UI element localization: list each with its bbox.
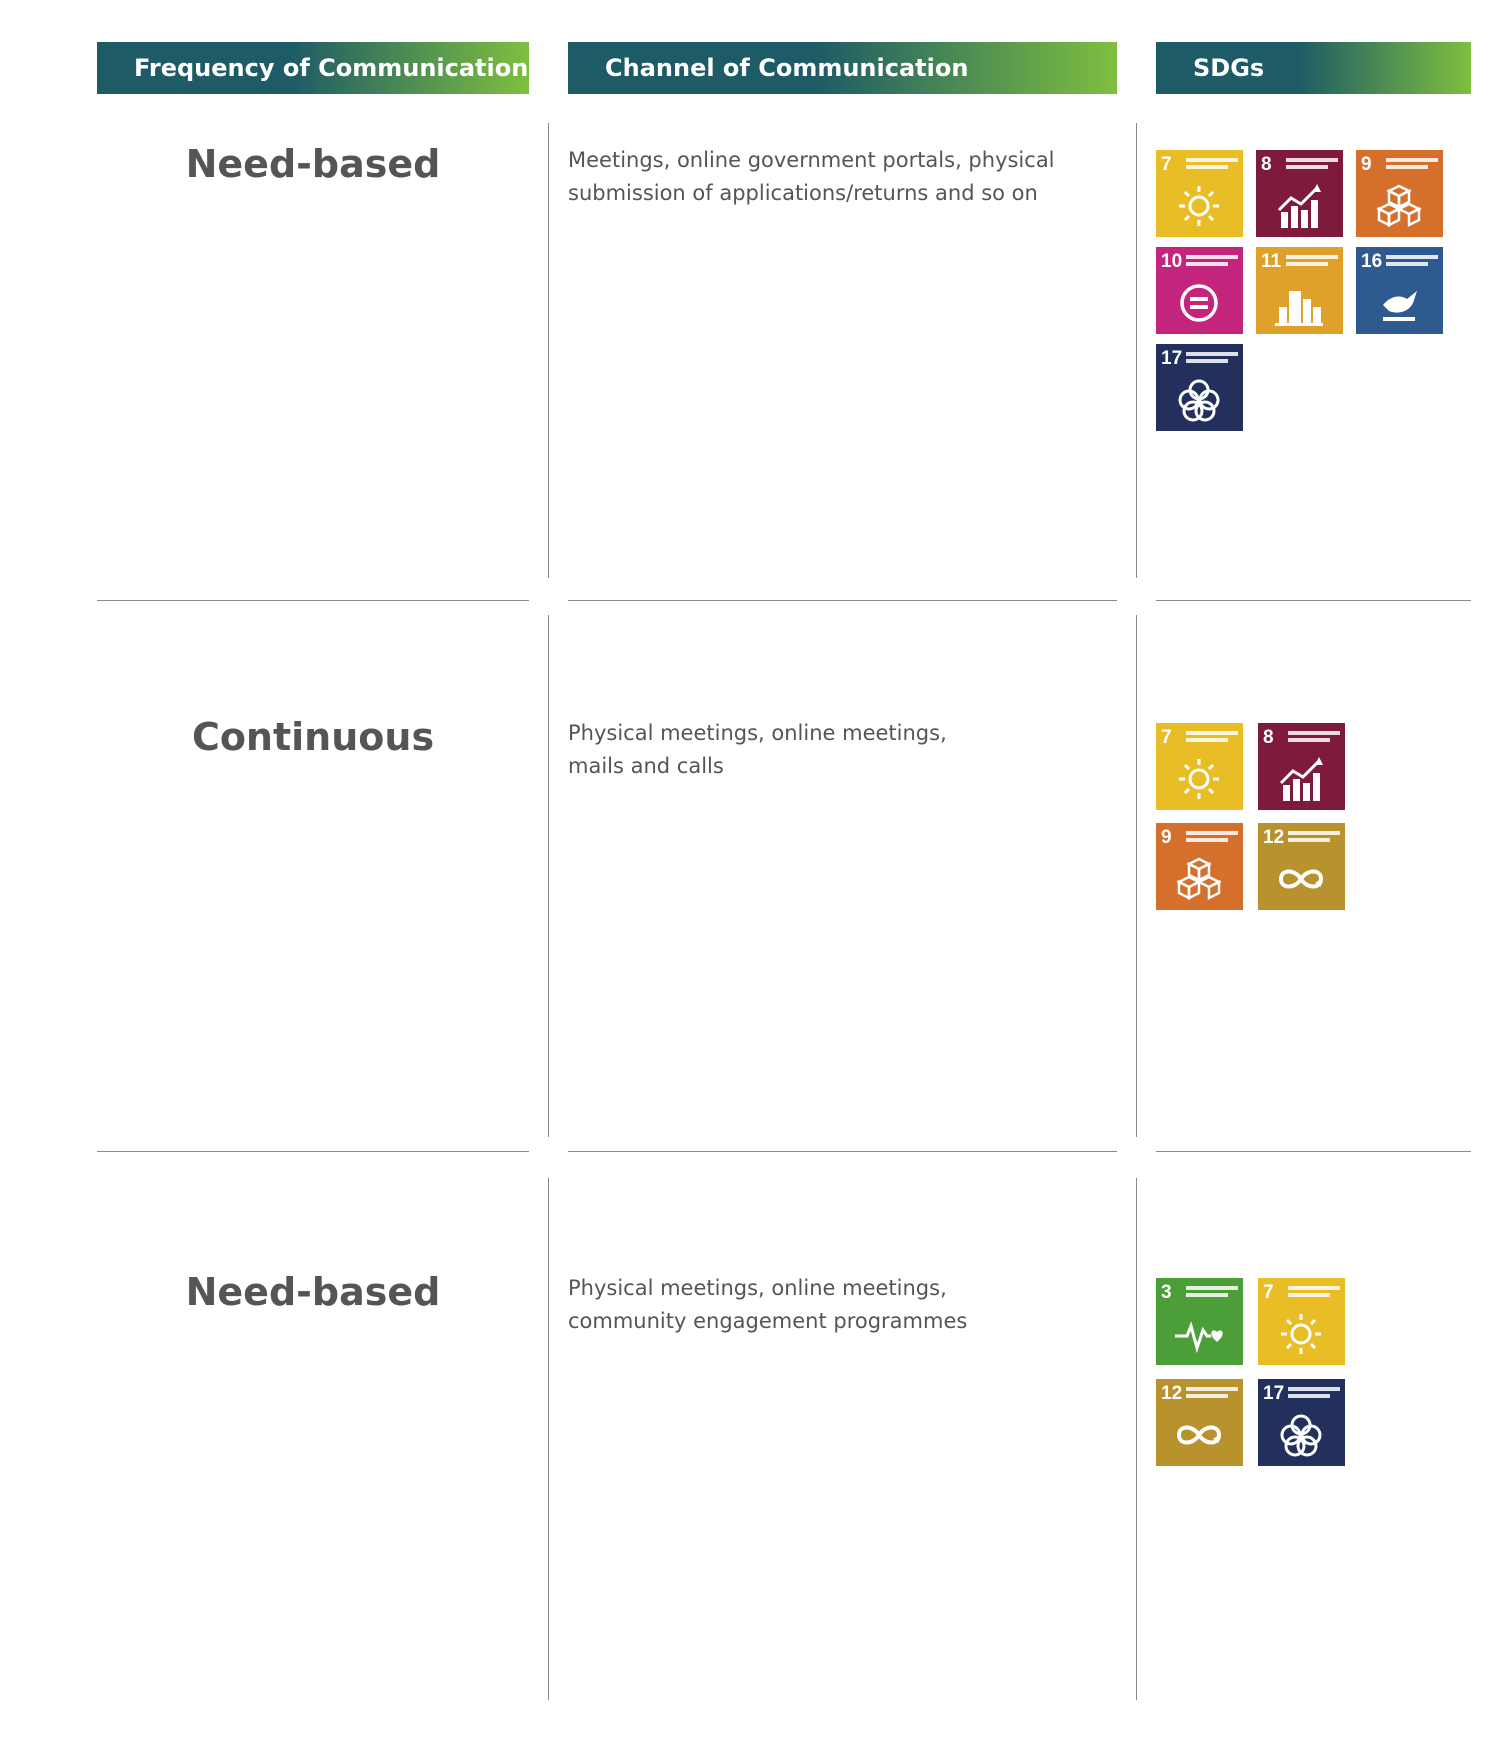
sdg-goal-title-mark: [1186, 255, 1238, 269]
sdg-9-tile: 9: [1356, 150, 1443, 237]
frequency-label: Need-based: [185, 1270, 441, 1314]
channel-line: submission of applications/returns and s…: [568, 181, 1038, 205]
sdg-goal-title-mark: [1186, 352, 1238, 366]
sdg-goal-title-mark: [1386, 255, 1438, 269]
sdg-goal-title-mark: [1186, 158, 1238, 172]
column-divider: [548, 615, 549, 1137]
frequency-label: Need-based: [185, 142, 441, 186]
sdg-17-tile: 17: [1258, 1379, 1345, 1466]
sdg-number: 11: [1261, 251, 1282, 272]
growth-chart-icon: [1277, 184, 1321, 228]
channel-line: Meetings, online government portals, phy…: [568, 148, 1055, 172]
cubes-icon: [1376, 184, 1422, 228]
header-channel-label: Channel of Communication: [605, 54, 969, 82]
sdg-number: 3: [1161, 1282, 1172, 1303]
sdg-16-tile: 16: [1356, 247, 1443, 334]
sdg-12-tile: 12: [1156, 1379, 1243, 1466]
column-divider: [1136, 615, 1137, 1137]
infinity-icon: [1176, 1425, 1222, 1445]
flower-rings-icon: [1178, 379, 1220, 422]
channel-text: Meetings, online government portals, phy…: [568, 144, 1088, 210]
sdg-goal-title-mark: [1186, 731, 1238, 745]
city-icon: [1275, 291, 1323, 326]
sdg-goal-title-mark: [1286, 158, 1338, 172]
sdg-8-tile: 8: [1256, 150, 1343, 237]
sdg-17-tile: 17: [1156, 344, 1243, 431]
channel-line: community engagement programmes: [568, 1309, 968, 1333]
sun-icon: [1179, 186, 1219, 226]
sdg-number: 9: [1361, 154, 1372, 175]
sun-icon: [1281, 1314, 1321, 1354]
sdg-number: 9: [1161, 827, 1172, 848]
infinity-icon: [1278, 869, 1324, 889]
channel-text: Physical meetings, online meetings, comm…: [568, 1272, 1088, 1338]
row-divider: [1156, 1151, 1471, 1152]
sdg-number: 7: [1161, 727, 1172, 748]
channel-line: Physical meetings, online meetings,: [568, 721, 947, 745]
row-divider: [97, 1151, 529, 1152]
sdg-goal-title-mark: [1286, 255, 1338, 269]
sdg-goal-title-mark: [1186, 1286, 1238, 1300]
flower-rings-icon: [1280, 1414, 1322, 1457]
sdg-goal-title-mark: [1386, 158, 1438, 172]
sdg-7-tile: 7: [1156, 150, 1243, 237]
sdg-goal-title-mark: [1288, 831, 1340, 845]
channel-line: mails and calls: [568, 754, 724, 778]
sdg-number: 7: [1263, 1282, 1274, 1303]
sdg-number: 12: [1161, 1383, 1183, 1404]
row-divider: [568, 600, 1117, 601]
row-divider: [97, 600, 529, 601]
sdg-number: 10: [1161, 251, 1183, 272]
sdg-8-tile: 8: [1258, 723, 1345, 810]
sdg-goal-title-mark: [1288, 1286, 1340, 1300]
cubes-icon: [1176, 857, 1222, 901]
sdg-10-tile: 10: [1156, 247, 1243, 334]
sdg-number: 7: [1161, 154, 1172, 175]
header-frequency: Frequency of Communication: [97, 42, 529, 94]
sdg-goal-title-mark: [1288, 1387, 1340, 1401]
sdg-9-tile: 9: [1156, 823, 1243, 910]
sun-icon: [1179, 759, 1219, 799]
sdg-11-tile: 11: [1256, 247, 1343, 334]
growth-chart-icon: [1279, 757, 1323, 801]
sdg-number: 8: [1263, 727, 1274, 748]
sdg-goal-title-mark: [1288, 731, 1340, 745]
column-divider: [548, 123, 549, 578]
row-divider: [568, 1151, 1117, 1152]
dove-icon: [1383, 291, 1417, 321]
sdg-7-tile: 7: [1258, 1278, 1345, 1365]
row-divider: [1156, 600, 1471, 601]
header-sdgs-label: SDGs: [1193, 54, 1265, 82]
sdg-number: 17: [1263, 1383, 1285, 1404]
sdg-number: 17: [1161, 348, 1183, 369]
header-sdgs: SDGs: [1156, 42, 1471, 94]
sdg-number: 12: [1263, 827, 1285, 848]
header-channel: Channel of Communication: [568, 42, 1117, 94]
sdg-number: 8: [1261, 154, 1272, 175]
channel-text: Physical meetings, online meetings, mail…: [568, 717, 1088, 783]
equality-icon: [1180, 284, 1218, 322]
column-divider: [1136, 123, 1137, 578]
column-divider: [1136, 1178, 1137, 1700]
sdg-12-tile: 12: [1258, 823, 1345, 910]
sdg-7-tile: 7: [1156, 723, 1243, 810]
sdg-goal-title-mark: [1186, 831, 1238, 845]
sdg-number: 16: [1361, 251, 1383, 272]
heartbeat-icon: [1175, 1321, 1223, 1354]
header-frequency-label: Frequency of Communication: [134, 54, 529, 82]
sdg-goal-title-mark: [1186, 1387, 1238, 1401]
frequency-label: Continuous: [191, 715, 435, 759]
column-divider: [548, 1178, 549, 1700]
sdg-3-tile: 3: [1156, 1278, 1243, 1365]
channel-line: Physical meetings, online meetings,: [568, 1276, 947, 1300]
